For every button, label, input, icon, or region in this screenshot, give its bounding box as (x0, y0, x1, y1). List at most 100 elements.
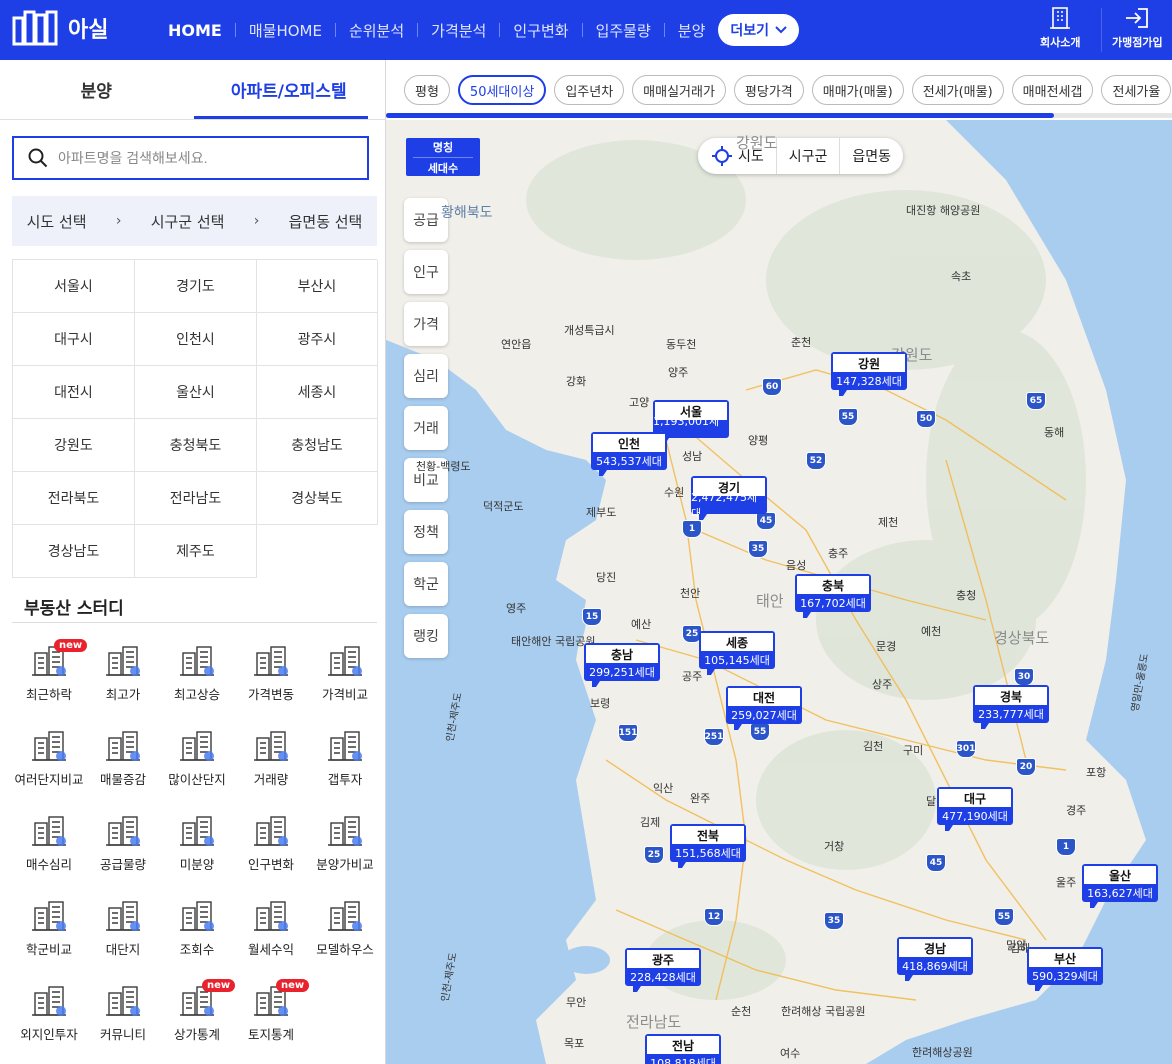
region-item[interactable]: 서울시 (13, 260, 135, 313)
study-item[interactable]: 매물증감 (86, 720, 160, 805)
region-marker[interactable]: 부산 590,329세대 (1027, 947, 1103, 991)
nav-ranking[interactable]: 순위분석 (349, 20, 404, 41)
side-button-price[interactable]: 가격 (404, 302, 448, 346)
study-item[interactable]: 조회수 (160, 890, 234, 975)
highway-shield: 50 (916, 410, 936, 428)
study-item[interactable]: 학군비교 (12, 890, 86, 975)
side-button-sentiment[interactable]: 심리 (404, 354, 448, 398)
study-item[interactable]: 미분양 (160, 805, 234, 890)
chip-sale-listing[interactable]: 매매가(매물) (811, 75, 904, 105)
study-item[interactable]: 최근하락 new (12, 635, 88, 720)
study-item[interactable]: 많이산단지 (160, 720, 234, 805)
chip-price-per-pyeong[interactable]: 평당가격 (733, 75, 804, 105)
chip-years[interactable]: 입주년차 (554, 75, 625, 105)
region-marker[interactable]: 세종 105,145세대 (699, 631, 775, 675)
region-item[interactable]: 인천시 (135, 313, 257, 366)
study-item[interactable]: 최고가 (86, 635, 160, 720)
company-intro-button[interactable]: 회사소개 (1040, 6, 1080, 50)
region-item[interactable]: 경상남도 (13, 525, 135, 578)
region-item[interactable]: 강원도 (13, 419, 135, 472)
chip-sale-price[interactable]: 매매실거래가 (632, 75, 726, 105)
highway-shield: 55 (750, 723, 770, 741)
study-item[interactable]: 인구변화 (234, 805, 308, 890)
region-marker[interactable]: 전남 108,818세대 (645, 1034, 721, 1064)
region-step-eupmyeondong[interactable]: 읍면동 선택 (289, 211, 363, 232)
study-item[interactable]: 외지인투자 (12, 975, 86, 1060)
study-item[interactable]: 가격비교 (308, 635, 382, 720)
chip-jeonse-ratio[interactable]: 전세가율 (1101, 75, 1172, 105)
study-item[interactable]: 매수심리 (12, 805, 86, 890)
chip-scrollbar-thumb[interactable] (386, 113, 1055, 118)
side-button-school[interactable]: 학군 (404, 562, 448, 606)
study-item[interactable]: 월세수익 (234, 890, 308, 975)
region-item[interactable]: 대구시 (13, 313, 135, 366)
region-marker[interactable]: 인천 543,537세대 (591, 432, 667, 476)
region-marker[interactable]: 경기 2,472,475세대 (691, 476, 767, 520)
region-step-sigungu[interactable]: 시구군 선택 (151, 211, 225, 232)
region-step-sido[interactable]: 시도 선택 (27, 211, 87, 232)
chip-jeonse-listing[interactable]: 전세가(매물) (911, 75, 1004, 105)
region-marker[interactable]: 강원 147,328세대 (831, 352, 907, 396)
region-marker[interactable]: 전북 151,568세대 (670, 824, 746, 868)
region-marker[interactable]: 광주 228,428세대 (625, 948, 701, 992)
study-item[interactable]: 상가통계 new (160, 975, 236, 1060)
chip-scrollbar[interactable] (386, 113, 1172, 118)
nav-home[interactable]: HOME (168, 21, 222, 40)
side-button-ranking[interactable]: 랭킹 (404, 614, 448, 658)
study-item[interactable]: 모델하우스 (308, 890, 382, 975)
buildings-top-icon (106, 646, 140, 676)
study-item[interactable]: 분양가비교 (308, 805, 382, 890)
side-button-population[interactable]: 인구 (404, 250, 448, 294)
region-item[interactable]: 울산시 (135, 366, 257, 419)
study-item[interactable]: 거래량 (234, 720, 308, 805)
region-marker[interactable]: 대전 259,027세대 (726, 686, 802, 730)
chip-gap[interactable]: 매매전세갭 (1011, 75, 1094, 105)
study-item[interactable]: 최고상승 (160, 635, 234, 720)
label-mode-toggle[interactable]: 명칭 세대수 (406, 138, 480, 176)
region-marker[interactable]: 경북 233,777세대 (973, 685, 1049, 729)
region-item[interactable]: 경상북도 (257, 472, 378, 525)
study-item[interactable]: 공급물량 (86, 805, 160, 890)
region-marker[interactable]: 대구 477,190세대 (937, 787, 1013, 831)
side-button-trade[interactable]: 거래 (404, 406, 448, 450)
nav-population[interactable]: 인구변화 (513, 20, 568, 41)
study-item[interactable]: 여러단지비교 (12, 720, 86, 805)
level-sigungu[interactable]: 시구군 (775, 138, 840, 174)
nav-supply[interactable]: 입주물량 (596, 20, 651, 41)
chip-50-households[interactable]: 50세대이상 (457, 75, 547, 105)
nav-presale[interactable]: 분양 (678, 20, 706, 41)
region-item[interactable]: 전라북도 (13, 472, 135, 525)
study-item[interactable]: 대단지 (86, 890, 160, 975)
region-item[interactable]: 제주도 (135, 525, 257, 578)
more-button[interactable]: 더보기 (718, 14, 800, 46)
region-marker[interactable]: 경남 418,869세대 (897, 937, 973, 981)
nav-listing-home[interactable]: 매물HOME (249, 20, 322, 41)
join-button[interactable]: 가맹점가입 (1112, 6, 1163, 50)
region-item[interactable]: 대전시 (13, 366, 135, 419)
region-item[interactable]: 경기도 (135, 260, 257, 313)
region-marker[interactable]: 충북 167,702세대 (795, 574, 871, 618)
level-eupmyeondong[interactable]: 읍면동 (839, 138, 903, 174)
logo[interactable]: 아실 (12, 10, 108, 46)
region-marker[interactable]: 울산 163,627세대 (1082, 864, 1158, 908)
study-item[interactable]: 갭투자 (308, 720, 382, 805)
study-item[interactable]: 토지통계 new (234, 975, 310, 1060)
search-input[interactable] (58, 150, 338, 166)
tab-presale[interactable]: 분양 (0, 60, 193, 119)
nav-price[interactable]: 가격분석 (431, 20, 486, 41)
region-marker[interactable]: 충남 299,251세대 (584, 643, 660, 687)
region-item[interactable]: 충청북도 (135, 419, 257, 472)
region-item[interactable]: 충청남도 (257, 419, 378, 472)
study-item[interactable]: 커뮤니티 (86, 975, 160, 1060)
map-area[interactable]: 평형 50세대이상 입주년차 매매실거래가 평당가격 매매가(매물) 전세가(매… (386, 60, 1172, 1064)
search-box[interactable] (12, 136, 369, 180)
region-item[interactable]: 세종시 (257, 366, 378, 419)
region-item[interactable]: 부산시 (257, 260, 378, 313)
region-item[interactable]: 전라남도 (135, 472, 257, 525)
side-button-policy[interactable]: 정책 (404, 510, 448, 554)
region-item[interactable]: 광주시 (257, 313, 378, 366)
tab-apartment-officetel[interactable]: 아파트/오피스텔 (193, 60, 386, 119)
place-label: 예천 (921, 625, 942, 638)
study-item[interactable]: 가격변동 (234, 635, 308, 720)
chip-size[interactable]: 평형 (404, 75, 450, 105)
